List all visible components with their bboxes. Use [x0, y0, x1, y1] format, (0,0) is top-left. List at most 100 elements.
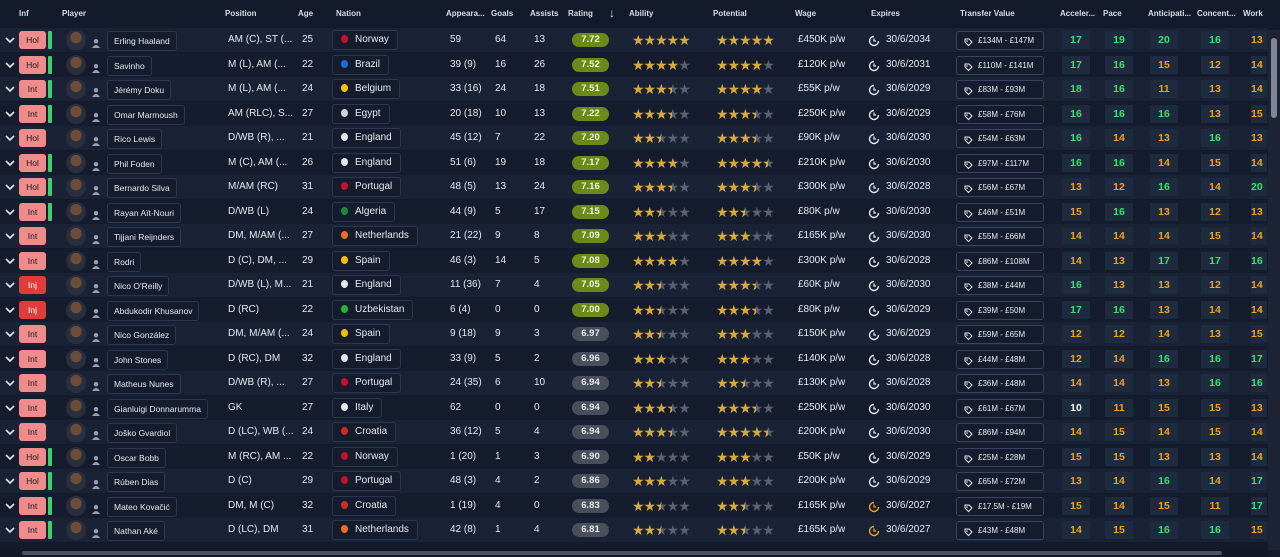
transfer-value[interactable]: £54M - £63M: [956, 129, 1044, 148]
chevron-down-icon[interactable]: [4, 450, 16, 464]
transfer-value[interactable]: £56M - £67M: [956, 178, 1044, 197]
table-row[interactable]: Int John Stones D (RC), DM 32 England 33…: [0, 346, 1268, 371]
table-row[interactable]: Int Rodri D (C), DM, ... 29 Spain 46 (3)…: [0, 248, 1268, 273]
transfer-value[interactable]: £36M - £48M: [956, 374, 1044, 393]
transfer-value[interactable]: £61M - £67M: [956, 398, 1044, 418]
chevron-down-icon[interactable]: [4, 205, 16, 219]
status-badge[interactable]: Hol: [19, 178, 46, 196]
chevron-down-icon[interactable]: [4, 376, 16, 390]
col-appearances[interactable]: Appeara...: [446, 9, 485, 18]
table-row[interactable]: Int Nathan Aké D (LC), DM 31 Netherlands…: [0, 518, 1268, 542]
nation[interactable]: Norway: [332, 30, 398, 50]
nation[interactable]: Spain: [332, 324, 390, 344]
col-ability[interactable]: Ability: [629, 9, 653, 18]
status-badge[interactable]: Inj: [19, 276, 46, 294]
nation[interactable]: Netherlands: [332, 226, 418, 246]
status-badge[interactable]: Int: [19, 227, 46, 245]
chevron-down-icon[interactable]: [4, 499, 16, 513]
table-row[interactable]: Inj Nico O'Reilly D/WB (L), M... 21 Engl…: [0, 273, 1268, 297]
chevron-down-icon[interactable]: [4, 58, 16, 72]
status-badge[interactable]: Int: [19, 496, 46, 515]
table-row[interactable]: Int Rayan Aït-Nouri D/WB (L) 24 Algeria …: [0, 199, 1268, 224]
player-name[interactable]: Bernardo Silva: [107, 178, 177, 198]
status-badge[interactable]: Int: [19, 80, 46, 98]
chevron-down-icon[interactable]: [4, 401, 16, 415]
status-badge[interactable]: Int: [19, 349, 46, 368]
status-badge[interactable]: Inj: [19, 300, 46, 319]
col-work[interactable]: Work: [1243, 9, 1263, 18]
status-badge[interactable]: Hol: [19, 129, 46, 147]
chevron-down-icon[interactable]: [4, 303, 16, 317]
player-name[interactable]: Nico O'Reilly: [107, 276, 170, 296]
scrollbar-thumb[interactable]: [22, 551, 1222, 555]
table-row[interactable]: Int Mateo Kovačić DM, M (C) 32 Croatia 1…: [0, 493, 1268, 518]
player-name[interactable]: Erling Haaland: [107, 31, 177, 51]
chevron-down-icon[interactable]: [4, 474, 16, 488]
status-badge[interactable]: Hol: [19, 447, 46, 466]
transfer-value[interactable]: £43M - £48M: [956, 521, 1044, 540]
player-name[interactable]: Rodri: [107, 251, 142, 272]
chevron-down-icon[interactable]: [4, 254, 16, 268]
chevron-down-icon[interactable]: [4, 278, 16, 292]
table-row[interactable]: Int Jérémy Doku M (L), AM (... 24 Belgiu…: [0, 77, 1268, 101]
transfer-value[interactable]: £58M - £76M: [956, 104, 1044, 124]
nation[interactable]: Egypt: [332, 103, 390, 124]
status-badge[interactable]: Int: [19, 325, 46, 343]
nation[interactable]: Belgium: [332, 79, 401, 99]
player-name[interactable]: Tijjani Reijnders: [107, 227, 182, 247]
nation[interactable]: England: [332, 128, 401, 148]
nation[interactable]: Spain: [332, 250, 390, 271]
col-rating[interactable]: Rating: [568, 9, 593, 18]
col-wage[interactable]: Wage: [795, 9, 816, 18]
col-nation[interactable]: Nation: [336, 9, 361, 18]
transfer-value[interactable]: £110M - £141M: [956, 55, 1044, 75]
col-anticipation[interactable]: Anticipati...: [1148, 9, 1191, 18]
player-name[interactable]: Joško Gvardiol: [107, 423, 178, 443]
chevron-down-icon[interactable]: [4, 82, 16, 96]
player-name[interactable]: Nico González: [107, 325, 177, 345]
player-name[interactable]: Jérémy Doku: [107, 80, 172, 100]
nation[interactable]: Portugal: [332, 471, 402, 491]
nation[interactable]: Portugal: [332, 177, 402, 197]
player-name[interactable]: John Stones: [107, 349, 169, 370]
player-name[interactable]: Abdukodir Khusanov: [107, 300, 200, 321]
scrollbar-thumb[interactable]: [1271, 38, 1277, 118]
chevron-down-icon[interactable]: [4, 327, 16, 341]
player-name[interactable]: Oscar Bobb: [107, 447, 166, 468]
table-row[interactable]: Hol Rico Lewis D/WB (R), ... 21 England …: [0, 126, 1268, 150]
player-name[interactable]: Omar Marmoush: [107, 104, 185, 125]
transfer-value[interactable]: £134M - £147M: [956, 31, 1044, 50]
table-row[interactable]: Int Nico González DM, M/AM (... 24 Spain…: [0, 322, 1268, 346]
table-row[interactable]: Hol Bernardo Silva M/AM (RC) 31 Portugal…: [0, 175, 1268, 199]
table-row[interactable]: Int Gianluigi Donnarumma GK 27 Italy 62 …: [0, 395, 1268, 420]
status-badge[interactable]: Hol: [19, 472, 46, 490]
transfer-value[interactable]: £39M - £50M: [956, 300, 1044, 320]
status-badge[interactable]: Int: [19, 521, 46, 539]
player-name[interactable]: Savinho: [107, 55, 152, 76]
transfer-value[interactable]: £44M - £48M: [956, 349, 1044, 369]
chevron-down-icon[interactable]: [4, 229, 16, 243]
col-goals[interactable]: Goals: [491, 9, 513, 18]
transfer-value[interactable]: £46M - £51M: [956, 202, 1044, 222]
player-name[interactable]: Rúben Dias: [107, 472, 166, 492]
status-badge[interactable]: Int: [19, 423, 46, 441]
player-name[interactable]: Rayan Aït-Nouri: [107, 202, 181, 223]
nation[interactable]: England: [332, 348, 401, 369]
table-row[interactable]: Hol Oscar Bobb M (RC), AM ... 22 Norway …: [0, 444, 1268, 469]
table-row[interactable]: Hol Savinho M (L), AM (... 22 Brazil 39 …: [0, 52, 1268, 77]
col-transfer-value[interactable]: Transfer Value: [960, 9, 1015, 18]
status-badge[interactable]: Int: [19, 251, 46, 270]
transfer-value[interactable]: £86M - £94M: [956, 423, 1044, 442]
table-row[interactable]: Hol Phil Foden M (C), AM (... 26 England…: [0, 150, 1268, 175]
nation[interactable]: England: [332, 275, 401, 295]
col-pace[interactable]: Pace: [1103, 9, 1122, 18]
transfer-value[interactable]: £86M - £108M: [956, 251, 1044, 271]
col-expires[interactable]: Expires: [871, 9, 900, 18]
col-player[interactable]: Player: [62, 9, 86, 18]
status-badge[interactable]: Int: [19, 398, 46, 417]
status-badge[interactable]: Hol: [19, 31, 46, 49]
transfer-value[interactable]: £17.5M - £19M: [956, 496, 1044, 516]
nation[interactable]: Uzbekistan: [332, 299, 414, 320]
horizontal-scrollbar[interactable]: [0, 549, 1268, 557]
nation[interactable]: Portugal: [332, 373, 402, 393]
